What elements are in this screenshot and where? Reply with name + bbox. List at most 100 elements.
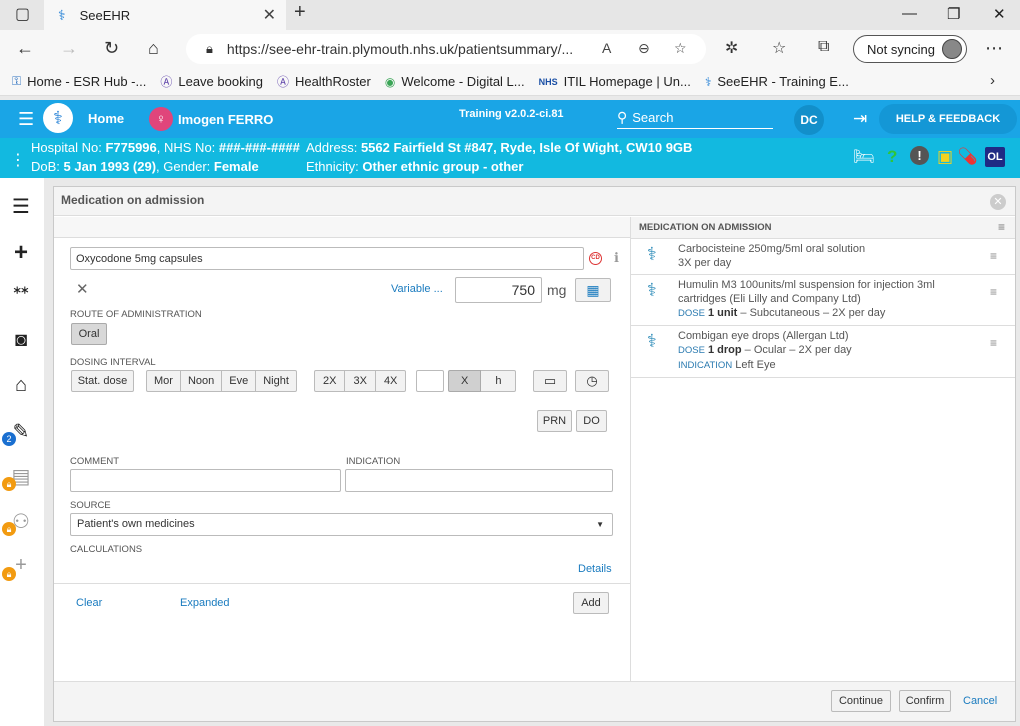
question-icon[interactable]: ? [887,147,897,167]
custom-frequency-input[interactable] [416,370,444,392]
unit-x-button[interactable]: X [448,370,482,392]
expanded-link[interactable]: Expanded [180,597,230,609]
bookmark-item[interactable]: NHS ITIL Homepage | Un... [539,74,691,89]
profile-sync-button[interactable]: Not syncing [853,35,967,63]
help-feedback-button[interactable]: HELP & FEEDBACK [879,104,1017,134]
freq-4x-button[interactable]: 4X [375,370,407,392]
close-tab-icon[interactable]: ✕ [263,5,276,25]
forward-icon[interactable]: → [60,38,78,59]
confirm-button[interactable]: Confirm [899,690,951,712]
nhs-icon: NHS [538,76,558,87]
browser-tab[interactable]: ⚕ SeeEHR ✕ [44,0,286,30]
more-icon[interactable]: ⋯ [985,38,1003,59]
info-icon[interactable]: ℹ [614,250,619,266]
item-menu-icon[interactable]: ≡ [990,285,997,299]
user-avatar[interactable]: DC [794,105,824,135]
new-tab-icon[interactable]: + [294,1,306,24]
ol-badge[interactable]: OL [985,147,1005,167]
medication-icon: ⚕ [647,244,657,264]
minimize-icon[interactable]: — [902,5,917,22]
item-menu-icon[interactable]: ≡ [990,336,997,350]
stethoscope-icon[interactable]: ᕯ [8,284,34,310]
menu-icon[interactable]: ☰ [18,109,34,130]
variable-link[interactable]: Variable ... [391,283,443,295]
tab-actions-icon[interactable]: ▢ [15,4,30,24]
favorites-icon[interactable]: ☆ [772,38,786,58]
list-item[interactable]: ⚕ Combigan eye drops (Allergan Ltd) DOSE… [631,326,1015,378]
details-link[interactable]: Details [578,563,612,575]
time-noon-button[interactable]: Noon [180,370,223,392]
calculator-icon[interactable]: ▦ [575,278,611,302]
dose-input[interactable] [455,277,542,303]
logout-icon[interactable]: ⇥ [853,109,867,129]
plus-locked-icon[interactable]: + 🔒︎ [2,554,34,581]
app-header: ☰ ⚕ Home ♀ Imogen FERRO Training v2.0.2-… [0,100,1020,138]
document-edit-icon[interactable]: ✎ 2 [2,419,34,446]
person-locked-icon[interactable]: ⚇ 🔒︎ [2,509,34,536]
extensions-icon[interactable]: ✲ [725,38,738,58]
bookmark-item[interactable]: ⚿ Home - ESR Hub -... [12,74,146,89]
indication-label: INDICATION [346,456,401,467]
drug-input[interactable] [70,247,584,270]
alert-icon[interactable]: ! [910,146,929,165]
restore-icon[interactable]: ❐ [947,5,960,23]
app-logo[interactable]: ⚕ [43,103,73,133]
home-link[interactable]: Home [88,111,124,126]
list-item[interactable]: ⚕ Humulin M3 100units/ml suspension for … [631,275,1015,326]
prn-button[interactable]: PRN [537,410,572,432]
unit-h-button[interactable]: h [481,370,517,392]
indication-input[interactable] [345,469,613,492]
stat-dose-button[interactable]: Stat. dose [71,370,134,392]
divider [54,583,630,584]
frequency-group: 2X 3X 4X [314,370,407,392]
back-icon[interactable]: ← [16,38,34,59]
time-night-button[interactable]: Night [256,370,297,392]
capsule-icon[interactable]: 💊︎ [957,147,979,167]
read-aloud-icon[interactable]: A [602,40,611,56]
list-icon[interactable]: ☰ [8,194,34,220]
freq-3x-button[interactable]: 3X [345,370,376,392]
source-select[interactable]: Patient's own medicines ▼ [70,513,613,536]
camera-icon[interactable]: ◙ [8,329,34,355]
house-plus-icon[interactable]: ⌂ [8,374,34,400]
time-mor-button[interactable]: Mor [146,370,181,392]
collections-icon[interactable]: ⧉ [818,38,829,56]
url-field[interactable]: 🔒︎ https://see-ehr-train.plymouth.nhs.uk… [186,34,706,64]
plus-icon[interactable]: + [8,239,34,266]
cancel-link[interactable]: Cancel [963,695,997,707]
list-menu-icon[interactable]: ≡ [998,217,1005,238]
bookmark-item[interactable]: Ⓐ HealthRoster [277,73,371,90]
time-eve-button[interactable]: Eve [222,370,257,392]
comment-input[interactable] [70,469,341,492]
search-field[interactable]: ⚲ Search [617,107,773,129]
item-menu-icon[interactable]: ≡ [990,249,997,263]
clear-drug-icon[interactable]: ✕ [76,280,89,298]
clear-link[interactable]: Clear [76,597,102,609]
clipboard-icon[interactable]: ▣ [937,147,953,167]
bed-icon[interactable]: 🛏︎ [853,147,875,167]
hospital-number: F775996 [105,140,157,155]
clipboard-locked-icon[interactable]: ▤ 🔒︎ [2,464,34,491]
banner-menu-icon[interactable]: ⋮ [10,150,26,170]
route-oral-button[interactable]: Oral [71,323,107,345]
clock-icon[interactable]: ◷ [575,370,609,392]
freq-2x-button[interactable]: 2X [314,370,346,392]
browser-tab-bar: ▢ ⚕ SeeEHR ✕ + — ❐ ✕ [0,0,1020,30]
list-item[interactable]: ⚕ Carbocisteine 250mg/5ml oral solution … [631,239,1015,275]
date-of-birth: 5 Jan 1993 (29) [63,159,157,174]
close-icon[interactable]: ✕ [990,194,1006,210]
zoom-icon[interactable]: ⊖ [638,40,650,57]
home-icon[interactable]: ⌂ [148,38,159,59]
refresh-icon[interactable]: ↻ [104,38,119,59]
calendar-icon[interactable]: ▭ [533,370,567,392]
bookmark-item[interactable]: Ⓐ Leave booking [160,73,263,90]
continue-button[interactable]: Continue [831,690,891,712]
favorite-add-icon[interactable]: ☆ [674,40,687,57]
bookmark-item[interactable]: ◉ Welcome - Digital L... [385,74,525,89]
patient-tab[interactable]: ♀ Imogen FERRO [149,106,273,132]
add-button[interactable]: Add [573,592,609,614]
do-button[interactable]: DO [576,410,607,432]
close-window-icon[interactable]: ✕ [993,5,1006,23]
bookmark-item[interactable]: ⚕ SeeEHR - Training E... [705,74,849,89]
chevron-right-icon[interactable]: › [990,72,995,89]
